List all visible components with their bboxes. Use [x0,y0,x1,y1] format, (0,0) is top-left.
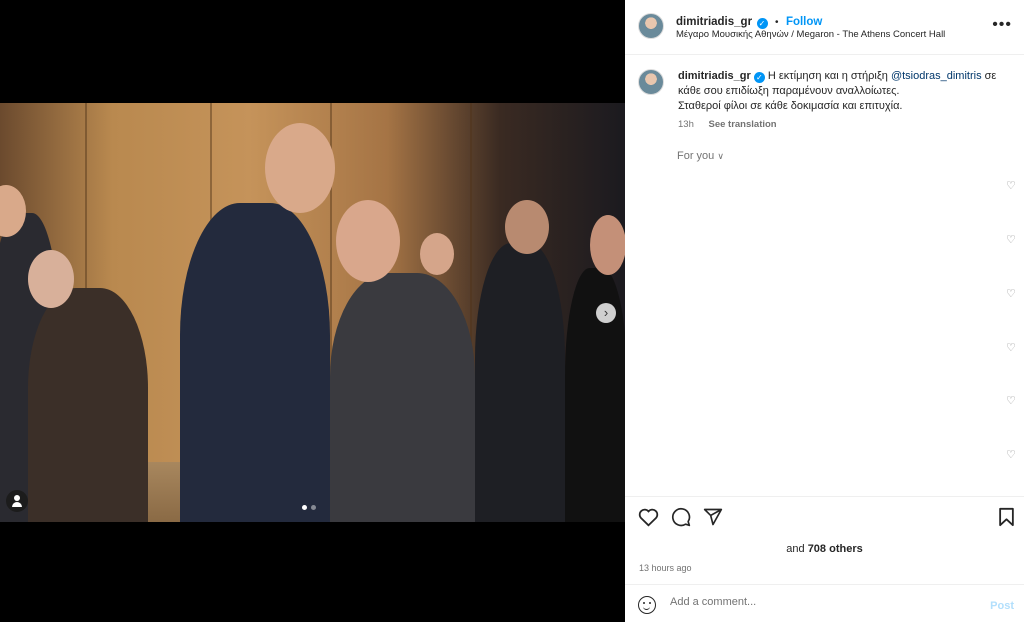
carousel-dot [311,505,316,510]
comment-input[interactable] [670,596,970,608]
share-icon[interactable] [703,507,723,527]
post-media: › [0,0,625,622]
for-you-label: For you [677,150,715,162]
caption-avatar[interactable] [638,69,664,95]
likes-count[interactable]: and 708 others [625,543,1024,555]
more-options-icon[interactable]: ••• [992,16,1012,34]
comment-like-icon[interactable]: ♡ [1006,450,1016,461]
post-comment-button[interactable]: Post [990,600,1014,612]
likes-number: 708 others [807,543,863,555]
verified-badge-icon: ✓ [753,72,765,83]
author-username[interactable]: dimitriadis_gr [676,16,752,28]
caption-text: Η εκτίμηση και η στήριξη [767,70,891,82]
save-bookmark-icon[interactable] [998,507,1015,527]
caption-meta: 13h See translation [678,119,789,130]
post-header: dimitriadis_gr ✓ • Follow Μέγαρο Μουσική… [625,0,1024,55]
comment-like-icon[interactable]: ♡ [1006,181,1016,192]
comment-like-icon[interactable]: ♡ [1006,396,1016,407]
caption-mention[interactable]: @tsiodras_dimitris [891,70,982,82]
post-photo[interactable] [0,103,625,522]
author-avatar[interactable] [638,13,664,39]
carousel-dots [302,505,316,510]
post-timestamp[interactable]: 13 hours ago [639,563,692,573]
carousel-next-button[interactable]: › [596,303,616,323]
emoji-icon[interactable] [638,596,656,614]
like-heart-icon[interactable] [638,507,659,527]
add-comment-bar: Post [625,584,1024,622]
post-actions [625,496,1024,536]
caption-text: Σταθεροί φίλοι σε κάθε δοκιμασία και επι… [678,100,903,112]
comments-section: dimitriadis_gr ✓ Η εκτίμηση και η στήριξ… [625,56,1024,496]
caption-age[interactable]: 13h [678,119,694,130]
post-location[interactable]: Μέγαρο Μουσικής Αθηνών / Megaron - The A… [676,29,945,40]
caption-username[interactable]: dimitriadis_gr [678,70,751,82]
comment-icon[interactable] [671,507,691,527]
separator-dot: • [774,17,779,28]
comment-like-icon[interactable]: ♡ [1006,235,1016,246]
comment-like-icon[interactable]: ♡ [1006,289,1016,300]
for-you-dropdown[interactable]: For you ∨ [677,150,724,162]
likes-prefix: and [786,543,808,555]
tagged-users-icon[interactable] [6,490,28,512]
post-caption: dimitriadis_gr ✓ Η εκτίμηση και η στήριξ… [678,69,1014,114]
carousel-dot [302,505,307,510]
chevron-down-icon: ∨ [717,151,724,161]
comment-like-icon[interactable]: ♡ [1006,343,1016,354]
post-detail-panel: dimitriadis_gr ✓ • Follow Μέγαρο Μουσική… [625,0,1024,622]
verified-badge-icon: ✓ [756,18,768,29]
follow-button[interactable]: Follow [786,16,822,28]
see-translation-link[interactable]: See translation [709,119,777,130]
